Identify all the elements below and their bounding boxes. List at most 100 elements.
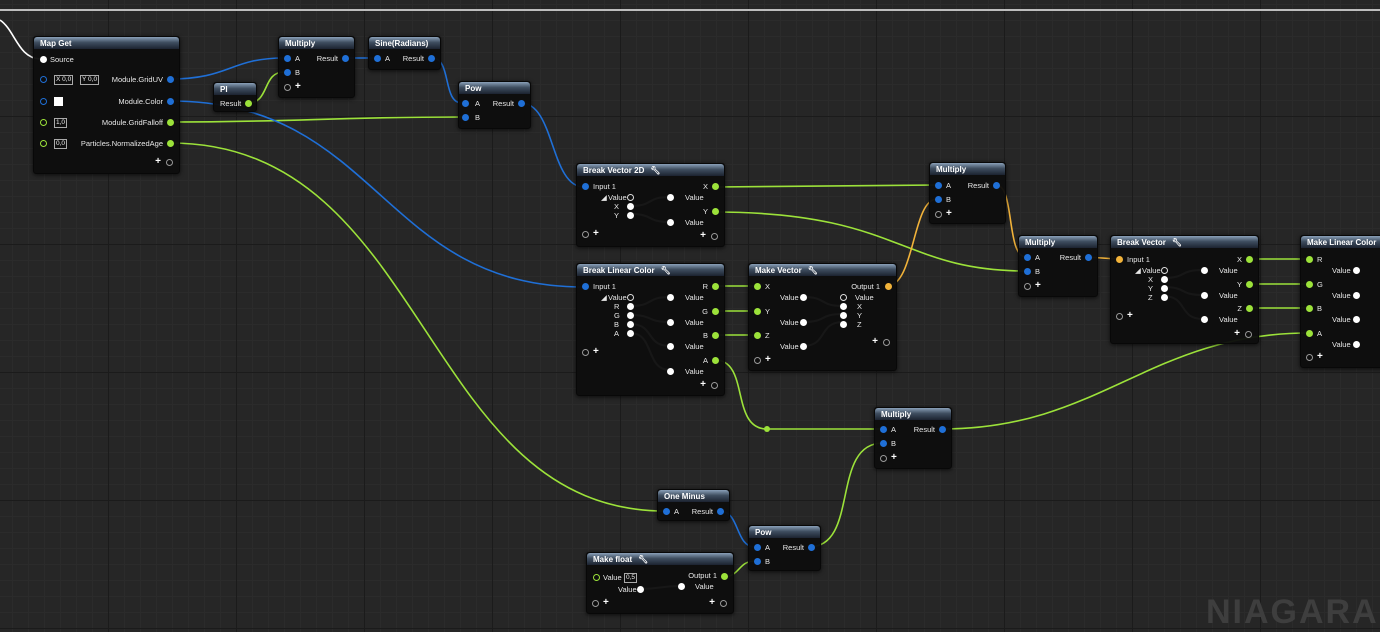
result-pin[interactable]: [342, 55, 349, 62]
add-pin-icon[interactable]: +: [593, 347, 599, 357]
exec-pin[interactable]: [40, 56, 47, 63]
out-y-pin[interactable]: [1246, 281, 1253, 288]
falloff-field[interactable]: 1,0: [54, 118, 68, 128]
node-multiply-4[interactable]: Multiply A Result B +: [874, 407, 952, 469]
add-pin-connector-right[interactable]: [711, 233, 718, 240]
expand-triangle-icon[interactable]: ◢: [601, 193, 607, 202]
add-pin-icon-right[interactable]: +: [709, 598, 715, 608]
out-g-pin[interactable]: [712, 308, 719, 315]
wrench-icon[interactable]: 🔧︎: [1172, 238, 1182, 247]
result-pin[interactable]: [939, 426, 946, 433]
add-pin-connector[interactable]: [1116, 313, 1123, 320]
node-multiply-1[interactable]: Multiply A Result B +: [278, 36, 355, 98]
out-y-pin[interactable]: [712, 208, 719, 215]
add-pin-icon[interactable]: +: [765, 355, 771, 365]
result-pin[interactable]: [808, 544, 815, 551]
add-pin-connector-right[interactable]: [1245, 331, 1252, 338]
value-pin[interactable]: [627, 194, 634, 201]
z-pin[interactable]: [1161, 294, 1168, 301]
in-value-pin-2[interactable]: [800, 319, 807, 326]
node-multiply-2[interactable]: Multiply A Result B +: [929, 162, 1006, 224]
add-pin-icon[interactable]: +: [603, 598, 609, 608]
out-value-pin-3[interactable]: [667, 343, 674, 350]
age-field[interactable]: 0,0: [54, 139, 68, 149]
add-pin-connector[interactable]: [582, 349, 589, 356]
pin-falloff-out[interactable]: [167, 119, 174, 126]
add-pin-connector[interactable]: [284, 84, 291, 91]
pin-a[interactable]: [462, 100, 469, 107]
output-pin[interactable]: [885, 283, 892, 290]
add-pin-icon[interactable]: +: [946, 209, 952, 219]
pin-age-in[interactable]: [40, 140, 47, 147]
node-pow-1[interactable]: Pow A Result B: [458, 81, 531, 129]
expand-triangle-icon[interactable]: ◢: [601, 293, 607, 302]
node-break-vector[interactable]: Break Vector 🔧︎ Input 1 ◢ Value X Y Z Val…: [1110, 235, 1259, 344]
y-pin[interactable]: [627, 212, 634, 219]
out-value-pin[interactable]: [840, 294, 847, 301]
pin-b[interactable]: [1024, 268, 1031, 275]
add-pin-icon[interactable]: +: [593, 229, 599, 239]
y-value-field[interactable]: Y 0,0: [80, 75, 100, 85]
pin-a[interactable]: [754, 544, 761, 551]
input-pin[interactable]: [1116, 256, 1123, 263]
input-pin[interactable]: [582, 183, 589, 190]
out-value-pin-2[interactable]: [667, 219, 674, 226]
add-pin-connector[interactable]: [754, 357, 761, 364]
in-value-pin-3[interactable]: [1353, 316, 1360, 323]
add-pin-icon[interactable]: +: [1127, 311, 1133, 321]
value-in-pin[interactable]: [593, 574, 600, 581]
pin-color-in[interactable]: [40, 98, 47, 105]
out-b-pin[interactable]: [712, 332, 719, 339]
result-pin[interactable]: [518, 100, 525, 107]
add-pin-connector-right[interactable]: [711, 382, 718, 389]
add-pin-icon-right[interactable]: +: [700, 231, 706, 241]
in-value-pin-2[interactable]: [1353, 292, 1360, 299]
pin-color-out[interactable]: [167, 98, 174, 105]
add-pin-connector-right[interactable]: [720, 600, 727, 607]
pin-age-out[interactable]: [167, 140, 174, 147]
pin-griduv-out[interactable]: [167, 76, 174, 83]
node-break-vector-2d[interactable]: Break Vector 2D 🔧︎ Input 1 ◢ Value X Y Va…: [576, 163, 725, 247]
in-g-pin[interactable]: [1306, 281, 1313, 288]
node-pi[interactable]: PI Result: [213, 82, 257, 112]
pin-b[interactable]: [754, 558, 761, 565]
x-pin[interactable]: [1161, 276, 1168, 283]
in-value-pin-1[interactable]: [1353, 267, 1360, 274]
y-pin[interactable]: [1161, 285, 1168, 292]
x-value-field[interactable]: X 0,0: [54, 75, 74, 85]
result-pin[interactable]: [428, 55, 435, 62]
add-pin-connector[interactable]: [582, 231, 589, 238]
in-z-pin[interactable]: [754, 332, 761, 339]
wrench-icon[interactable]: 🔧︎: [638, 555, 648, 564]
x-pin[interactable]: [627, 203, 634, 210]
color-swatch[interactable]: [54, 97, 63, 106]
out-value-pin-4[interactable]: [667, 368, 674, 375]
in-value-pin-4[interactable]: [1353, 341, 1360, 348]
pin-a[interactable]: [663, 508, 670, 515]
wrench-icon[interactable]: 🔧︎: [661, 266, 671, 275]
node-sine[interactable]: Sine(Radians) A Result: [368, 36, 441, 70]
pin-griduv-in[interactable]: [40, 76, 47, 83]
node-pow-2[interactable]: Pow A Result B: [748, 525, 821, 571]
node-one-minus[interactable]: One Minus A Result: [657, 489, 730, 521]
out-value-pin-2[interactable]: [667, 319, 674, 326]
add-pin-icon-right[interactable]: +: [872, 337, 878, 347]
node-multiply-3[interactable]: Multiply A Result B +: [1018, 235, 1098, 297]
out-value-pin-1[interactable]: [667, 294, 674, 301]
node-break-linear-color[interactable]: Break Linear Color 🔧︎ Input 1 ◢ Value R G…: [576, 263, 725, 396]
result-pin[interactable]: [993, 182, 1000, 189]
value-pin-2[interactable]: [637, 586, 644, 593]
expand-triangle-icon[interactable]: ◢: [1135, 266, 1141, 275]
value-field[interactable]: 0,5: [624, 573, 638, 583]
add-pin-icon-right[interactable]: +: [1234, 329, 1240, 339]
pin-a[interactable]: [880, 426, 887, 433]
result-pin[interactable]: [245, 100, 252, 107]
pin-a[interactable]: [284, 55, 291, 62]
pin-a[interactable]: [374, 55, 381, 62]
add-pin-connector[interactable]: [880, 455, 887, 462]
out-x-pin[interactable]: [840, 303, 847, 310]
result-pin[interactable]: [717, 508, 724, 515]
pin-b[interactable]: [284, 69, 291, 76]
out-x-pin[interactable]: [1246, 256, 1253, 263]
in-value-pin-1[interactable]: [800, 294, 807, 301]
